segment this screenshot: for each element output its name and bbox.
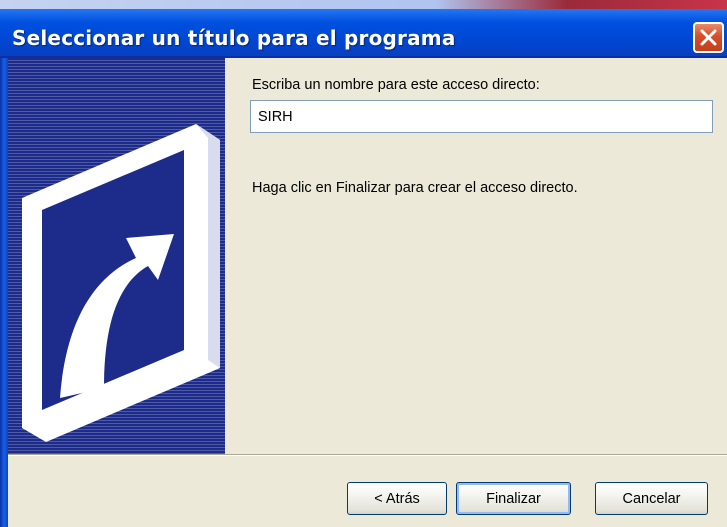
wizard-side-panel — [8, 58, 225, 454]
cancel-button[interactable]: Cancelar — [595, 482, 708, 515]
title-bar[interactable]: Seleccionar un título para el programa — [0, 0, 727, 58]
footer-separator — [8, 454, 727, 456]
close-button[interactable] — [693, 22, 724, 53]
finish-button[interactable]: Finalizar — [456, 482, 571, 515]
shortcut-arrow-icon — [22, 124, 220, 442]
shortcut-name-input[interactable] — [250, 100, 713, 133]
finish-instructions: Haga clic en Finalizar para crear el acc… — [252, 180, 578, 196]
window-title: Seleccionar un título para el programa — [12, 26, 456, 50]
back-button[interactable]: < Atrás — [347, 482, 447, 515]
window-left-border — [0, 58, 8, 527]
title-bar-top-strip — [0, 0, 727, 9]
shortcut-name-label: Escriba un nombre para este acceso direc… — [252, 77, 540, 93]
close-x-icon — [700, 29, 717, 46]
